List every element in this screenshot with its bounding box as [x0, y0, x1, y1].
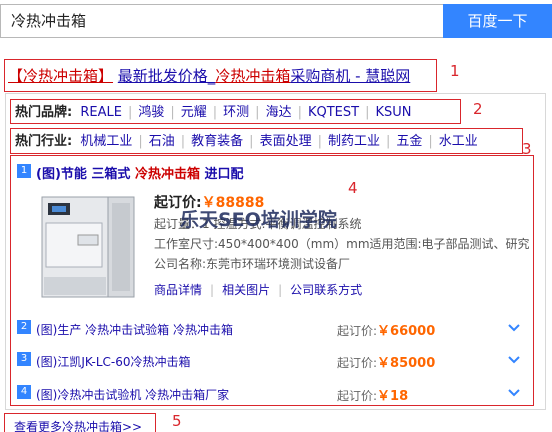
title-keyword: 【冷热冲击箱】	[8, 67, 114, 85]
annotation-label-2: 2	[473, 100, 483, 118]
rank-badge: 1	[17, 164, 31, 178]
chevron-down-icon[interactable]	[507, 353, 521, 367]
list-item-title[interactable]: (图)江凯JK-LC-60冷热冲击箱	[36, 353, 191, 370]
result-title-link[interactable]: 【冷热冲击箱】 最新批发价格_冷热冲击箱采购商机 - 慧聪网	[8, 66, 410, 86]
chevron-down-icon[interactable]	[507, 386, 521, 400]
hot-brands-row: 热门品牌: REALE | 鸿骏 | 元耀 | 环测 | 海达 | KQTEST | KSUN	[15, 105, 412, 120]
item1-title-post: 进口配	[199, 167, 244, 182]
search-input[interactable]: 冷热冲击箱	[0, 4, 443, 38]
item1-detail-line: 公司名称:东莞市环瑞环境测试设备厂	[154, 257, 351, 271]
company-contact-link[interactable]: 公司联系方式	[290, 283, 362, 297]
product-detail-link[interactable]: 商品详情	[154, 283, 202, 297]
rank-badge: 4	[17, 385, 31, 399]
list-item-title[interactable]: (图)生产 冷热冲击试验箱 冷热冲击箱	[36, 321, 233, 338]
brand-item[interactable]: 元耀	[181, 105, 207, 120]
price-label: 起订价:	[337, 356, 378, 370]
hot-industries-row: 热门行业: 机械工业 | 石油 | 教育装备 | 表面处理 | 制药工业 | 五金 | 水工业	[15, 134, 478, 149]
watermark-text: 乐天SEO培训学院	[180, 209, 337, 231]
rank-badge: 2	[17, 320, 31, 334]
more-results-link[interactable]: 查看更多冷热冲击箱>>	[14, 418, 142, 432]
brand-item[interactable]: REALE	[80, 105, 122, 120]
annotation-label-1: 1	[450, 62, 460, 80]
brand-item[interactable]: KSUN	[375, 105, 411, 120]
rank-badge: 3	[17, 352, 31, 366]
industry-item[interactable]: 五金	[396, 134, 422, 149]
list-item-price: 起订价:￥18	[337, 385, 408, 404]
annotation-label-5: 5	[172, 412, 182, 430]
title-tail: 采购商机 - 慧聪网	[290, 67, 411, 85]
industry-item[interactable]: 石油	[149, 134, 175, 149]
item1-title-pre: (图)节能 三箱式	[36, 167, 135, 182]
item1-links: 商品详情 | 相关图片 | 公司联系方式	[154, 283, 363, 297]
price-value: ￥18	[377, 389, 409, 404]
brand-item[interactable]: 鸿骏	[138, 105, 164, 120]
search-button[interactable]: 百度一下	[443, 4, 552, 38]
price-value: ￥66000	[377, 324, 436, 339]
title-mid: 最新批发价格_	[117, 67, 216, 85]
brand-item[interactable]: KQTEST	[308, 105, 359, 120]
industry-item[interactable]: 教育装备	[191, 134, 243, 149]
industry-item[interactable]: 表面处理	[260, 134, 312, 149]
price-label: 起订价:	[337, 324, 378, 338]
list-item-price: 起订价:￥85000	[337, 352, 435, 371]
title-keyword-2: 冷热冲击箱	[215, 67, 291, 85]
product-image[interactable]	[34, 193, 140, 301]
list-item-title[interactable]: (图)冷热冲击试验机 冷热冲击箱厂家	[36, 386, 229, 403]
chevron-down-icon[interactable]	[507, 321, 521, 335]
list-item-price: 起订价:￥66000	[337, 320, 435, 339]
hot-brands-label: 热门品牌:	[15, 105, 73, 120]
industry-item[interactable]: 制药工业	[328, 134, 380, 149]
annotation-label-4: 4	[348, 179, 358, 197]
price-value: ￥85000	[377, 356, 436, 371]
industry-item[interactable]: 水工业	[439, 134, 478, 149]
hot-industries-label: 热门行业:	[15, 134, 73, 149]
brand-item[interactable]: 海达	[266, 105, 292, 120]
price-label: 起订价:	[337, 389, 378, 403]
item1-detail-line: 工作室尺寸:450*400*400（mm）mm适用范围:电子部品测试、研究	[154, 237, 530, 251]
item1-title-keyword: 冷热冲击箱	[134, 167, 200, 182]
chamber-illustration	[41, 196, 135, 298]
item1-title-link[interactable]: (图)节能 三箱式 冷热冲击箱 进口配	[36, 163, 243, 182]
industry-item[interactable]: 机械工业	[80, 134, 132, 149]
brand-item[interactable]: 环测	[223, 105, 249, 120]
related-images-link[interactable]: 相关图片	[222, 283, 270, 297]
